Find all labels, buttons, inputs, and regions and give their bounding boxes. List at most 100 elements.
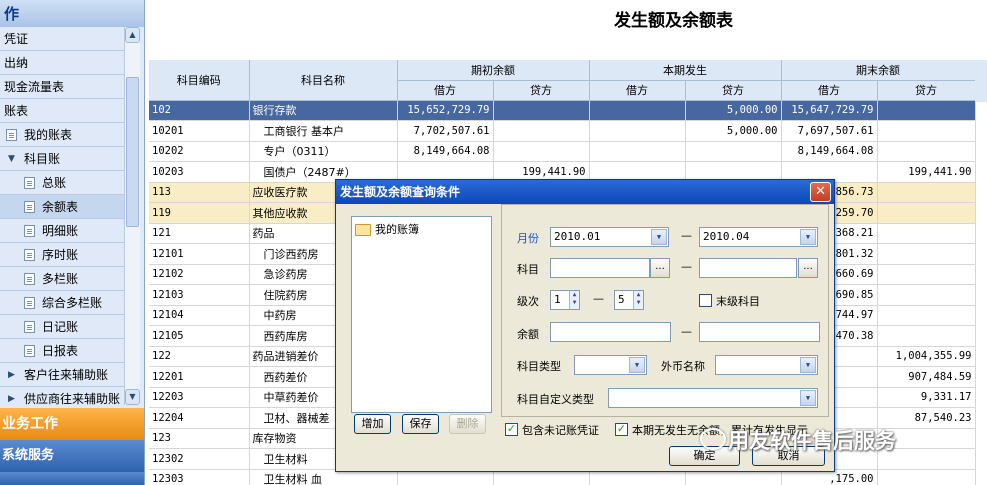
header-closing-credit[interactable]: 贷方 [877, 80, 976, 101]
month-to-select[interactable]: 2010.04 ▼ [699, 227, 818, 247]
subject-from-browse-button[interactable]: ... [650, 258, 670, 278]
header-name[interactable]: 科目名称 [249, 60, 398, 101]
custom-type-select[interactable]: ▼ [608, 388, 818, 408]
cell-cc [877, 264, 976, 285]
scroll-up-icon[interactable]: ▲ [125, 27, 140, 43]
cell-oc [493, 100, 590, 121]
delete-button[interactable]: 删除 [449, 414, 486, 434]
nav-item-label: 明细账 [42, 224, 79, 238]
custom-type-label: 科目自定义类型 [517, 393, 594, 406]
nav-bottom-bar [0, 472, 144, 485]
header-period-debit[interactable]: 借方 [589, 80, 686, 101]
nav-item-label: 现金流量表 [4, 80, 65, 94]
dropdown-arrow-icon[interactable]: ▼ [800, 357, 816, 373]
cell-pd [589, 141, 686, 162]
level-from-stepper[interactable]: 1 ▲ ▼ [550, 290, 580, 310]
header-code[interactable]: 科目编码 [149, 60, 250, 101]
nav-item-label: 日报表 [42, 344, 79, 358]
nav-item-label: 综合多栏账 [42, 296, 103, 310]
level-from-value: 1 [554, 293, 561, 306]
nav-item[interactable]: ▶ 客户往来辅助账 [0, 363, 124, 387]
nav-item[interactable]: ▼ 科目账 [0, 147, 124, 171]
table-row[interactable]: 102 银行存款 15,652,729.79 5,000.00 15,647,729.7… [149, 100, 976, 121]
table-row[interactable]: 10201 工商银行 基本户 7,702,507.61 5,000.00 7,697,5… [149, 120, 976, 142]
nav-item-label: 出纳 [4, 56, 29, 70]
show-accumulated-checkbox[interactable]: ✓ [615, 423, 628, 436]
cell-oc [493, 120, 590, 142]
dropdown-arrow-icon[interactable]: ▼ [651, 229, 667, 245]
balance-from-input[interactable] [550, 322, 671, 342]
dropdown-arrow-icon[interactable]: ▼ [800, 390, 816, 406]
nav-item[interactable]: 出纳 [0, 51, 124, 75]
cell-code: 102 [149, 100, 250, 121]
cell-cd: 15,647,729.79 [781, 100, 878, 121]
cell-cd: 8,149,664.08 [781, 141, 878, 162]
close-icon[interactable]: ✕ [810, 182, 831, 202]
month-from-select[interactable]: 2010.01 ▼ [550, 227, 669, 247]
nav-item[interactable]: 日报表 [0, 339, 124, 363]
nav-item[interactable]: 凭证 [0, 27, 124, 51]
table-row[interactable]: 10202 专户（0311） 8,149,664.08 8,149,664.08 [149, 141, 976, 162]
cell-cc [877, 284, 976, 306]
nav-item[interactable]: 现金流量表 [0, 75, 124, 99]
cell-code: 10202 [149, 141, 250, 162]
spin-icon[interactable]: ▲ ▼ [633, 291, 643, 309]
level-to-stepper[interactable]: 5 ▲ ▼ [614, 290, 644, 310]
nav-header: 作 [0, 0, 144, 27]
subject-to-input[interactable] [699, 258, 797, 278]
dialog-titlebar[interactable]: 发生额及余额查询条件 ✕ [336, 180, 834, 204]
subject-to-browse-button[interactable]: ... [798, 258, 818, 278]
nav-item[interactable]: 综合多栏账 [0, 291, 124, 315]
save-button[interactable]: 保存 [402, 414, 439, 434]
cell-pc [685, 141, 782, 162]
nav-item[interactable]: 日记账 [0, 315, 124, 339]
wechat-logo-icon [700, 428, 726, 450]
nav-item[interactable]: 多栏账 [0, 267, 124, 291]
subject-type-select[interactable]: ▼ [574, 355, 647, 375]
cell-cc [877, 223, 976, 244]
leaf-subject-checkbox[interactable] [699, 294, 712, 307]
nav-item[interactable]: 余额表 [0, 195, 124, 219]
month-from-value: 2010.01 [554, 230, 601, 243]
header-opening-debit[interactable]: 借方 [397, 80, 494, 101]
scroll-down-icon[interactable]: ▼ [125, 389, 140, 405]
nav-item[interactable]: 总账 [0, 171, 124, 195]
dropdown-arrow-icon[interactable]: ▼ [800, 229, 816, 245]
nav-list: 凭证出纳现金流量表账表 我的账表 ▼ 科目账 总账 余额表明细账序时账 多栏账综合多栏账日记… [0, 27, 124, 411]
leaf-subject-label: 末级科目 [716, 295, 760, 308]
add-button[interactable]: 增加 [354, 414, 391, 434]
header-closing-debit[interactable]: 借方 [781, 80, 878, 101]
expand-down-icon[interactable]: ▼ [8, 147, 15, 170]
account-book-tree[interactable]: 我的账簿 [351, 216, 492, 413]
doc-icon [24, 201, 35, 213]
cell-code: 12303 [149, 469, 250, 485]
cell-code: 123 [149, 428, 250, 449]
month-dash: — [681, 229, 692, 242]
dropdown-arrow-icon[interactable]: ▼ [629, 357, 645, 373]
balance-to-input[interactable] [699, 322, 820, 342]
spin-icon[interactable]: ▲ ▼ [569, 291, 579, 309]
nav-item-label: 供应商往来辅助账 [24, 392, 121, 406]
subject-from-input[interactable] [550, 258, 650, 278]
nav-item[interactable]: 明细账 [0, 219, 124, 243]
nav-business-work[interactable]: 业务工作 [0, 408, 144, 440]
header-opening-credit[interactable]: 贷方 [493, 80, 590, 101]
scroll-thumb[interactable] [126, 77, 139, 227]
nav-scrollbar[interactable]: ▲ ▼ [124, 27, 140, 405]
header-closing: 期末余额 [781, 60, 976, 81]
cell-cc: 199,441.90 [877, 161, 976, 183]
cell-code: 12101 [149, 243, 250, 265]
nav-item[interactable]: 账表 [0, 99, 124, 123]
cell-pd [589, 100, 686, 121]
header-period-credit[interactable]: 贷方 [685, 80, 782, 101]
nav-item[interactable]: 序时账 [0, 243, 124, 267]
tree-item-my-books[interactable]: 我的账簿 [355, 222, 419, 238]
include-unposted-checkbox[interactable]: ✓ [505, 423, 518, 436]
include-unposted-label: 包含未记账凭证 [522, 424, 599, 437]
nav-item[interactable]: 我的账表 [0, 123, 124, 147]
currency-select[interactable]: ▼ [715, 355, 818, 375]
cell-cc [877, 100, 976, 121]
nav-system-service[interactable]: 系统服务 [0, 440, 144, 472]
level-label: 级次 [517, 295, 539, 308]
expand-right-icon[interactable]: ▶ [8, 363, 15, 386]
